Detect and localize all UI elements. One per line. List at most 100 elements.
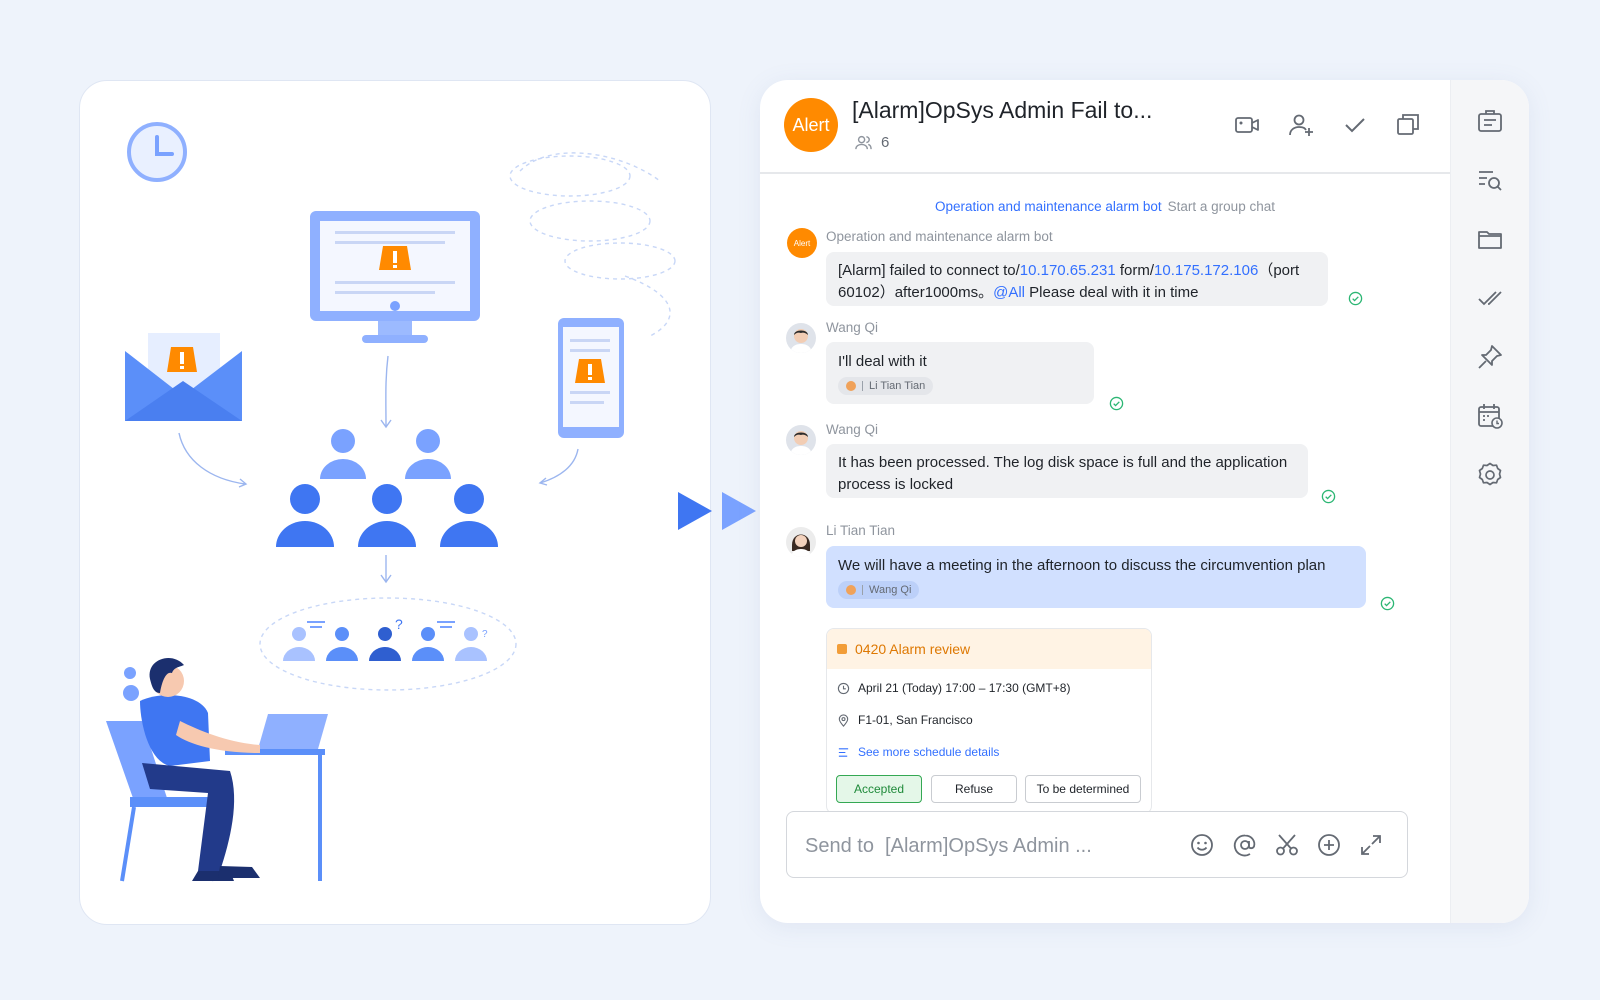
message-bubble[interactable]: I'll deal with it Li Tian Tian [826,342,1094,404]
add-member-button[interactable] [1287,111,1315,139]
li-tian-tian-avatar-icon [786,527,816,557]
done-list-button[interactable] [1475,283,1505,313]
member-count[interactable]: 6 [854,133,889,152]
user-avatar[interactable] [786,323,816,353]
chat-title[interactable]: [Alarm]OpSys Admin Fail to... [852,97,1152,124]
expand-icon [1361,835,1381,855]
multi-window-button[interactable] [1394,111,1422,139]
bot-avatar[interactable]: Alert [787,228,817,258]
member-count-value: 6 [881,134,890,151]
reply-avatar [846,585,856,595]
chat-header: Alert [Alarm]OpSys Admin Fail to... 6 [760,80,1450,174]
message-bubble[interactable]: It has been processed. The log disk spac… [826,444,1308,498]
group-avatar[interactable]: Alert [784,98,838,152]
message-input[interactable] [803,830,1167,862]
reply-divider [862,381,863,391]
question-glyph-small: ? [482,629,488,640]
check-icon [1345,118,1365,133]
schedule-location-row: F1-01, San Francisco [837,713,973,727]
read-receipt-icon[interactable] [1348,291,1363,306]
message-sender: Operation and maintenance alarm bot [826,229,1053,244]
expand-composer-button[interactable] [1358,832,1384,858]
chat-main: Alert [Alarm]OpSys Admin Fail to... 6 Op… [760,80,1450,923]
schedule-more-text: See more schedule details [858,745,1000,759]
mention-all-link[interactable]: @All [993,284,1025,301]
reply-reference[interactable]: Wang Qi [838,581,920,599]
pin-button[interactable] [1475,342,1505,372]
reply-reference[interactable]: Li Tian Tian [838,377,934,395]
mention-button[interactable] [1232,832,1258,858]
message-text: It has been processed. The log disk spac… [838,454,1288,493]
search-history-icon [1479,171,1502,191]
message-composer [786,811,1408,878]
add-member-icon [1289,114,1313,136]
announcement-button[interactable] [1475,106,1505,136]
screenshot-button[interactable] [1274,832,1300,858]
email-alert-icon [125,333,242,421]
settings-icon [1478,462,1502,486]
schedule-more-link[interactable]: See more schedule details [837,745,999,759]
plus-icon [1318,834,1340,856]
user-avatar[interactable] [786,527,816,557]
illustration-panel: ? ? [79,80,711,925]
user-avatar[interactable] [786,425,816,455]
schedule-time-row: April 21 (Today) 17:00 – 17:30 (GMT+8) [837,681,1070,695]
details-list-icon [838,747,849,757]
schedule-card-header: 0420 Alarm review [827,629,1151,669]
read-receipt-icon[interactable] [1321,489,1336,504]
system-message: Operation and maintenance alarm bot Start… [760,199,1450,214]
more-actions-button[interactable] [1316,832,1342,858]
files-button[interactable] [1475,224,1505,254]
mark-done-button[interactable] [1341,111,1369,139]
arrow-icon [678,492,712,530]
message-sender: Wang Qi [826,422,879,437]
person-at-laptop-illustration [106,657,328,882]
reply-avatar [846,381,856,391]
message-bubble[interactable]: We will have a meeting in the afternoon … [826,546,1366,608]
location-pin-icon [838,713,849,727]
arrow-icon [722,492,756,530]
search-history-button[interactable] [1475,165,1505,195]
calendar-button[interactable] [1475,401,1505,431]
message-text: I'll deal with it [838,353,927,370]
ip-link[interactable]: 10.170.65.231 [1020,262,1116,279]
schedule-time: April 21 (Today) 17:00 – 17:30 (GMT+8) [858,681,1071,695]
message-text: We will have a meeting in the afternoon … [838,557,1326,574]
settings-button[interactable] [1475,460,1505,490]
reply-name: Li Tian Tian [869,380,926,392]
chat-window: Alert [Alarm]OpSys Admin Fail to... 6 Op… [760,80,1529,923]
schedule-title[interactable]: 0420 Alarm review [855,641,970,657]
read-receipt-icon[interactable] [1380,596,1395,611]
side-toolbar [1450,80,1529,923]
done-icon [1478,291,1502,306]
multi-window-icon [1397,114,1419,135]
message-text: Please deal with it in time [1025,284,1199,301]
read-receipt-icon[interactable] [1109,396,1124,411]
mention-icon [1233,834,1256,857]
message-bubble[interactable]: [Alarm] failed to connect to/10.170.65.2… [826,252,1328,306]
message-sender: Li Tian Tian [826,523,896,538]
refuse-button[interactable]: Refuse [931,775,1017,803]
message-text: form/ [1115,262,1155,279]
wang-qi-avatar-icon [786,425,816,455]
emoji-icon [1191,834,1213,856]
message-text: [Alarm] failed to connect to/ [838,262,1020,279]
ip-link[interactable]: 10.175.172.106 [1154,262,1258,279]
discussion-group: ? ? [259,597,517,691]
video-call-icon [1235,117,1259,133]
clock-icon [127,122,187,182]
tbd-button[interactable]: To be determined [1025,775,1141,803]
alarm-workflow-illustration: ? ? [106,122,676,882]
schedule-location: F1-01, San Francisco [858,713,973,727]
video-call-button[interactable] [1233,111,1261,139]
accept-button[interactable]: Accepted [836,775,922,803]
emoji-button[interactable] [1189,832,1215,858]
team-group-icon [276,429,498,547]
members-icon [855,135,872,150]
system-bot-link[interactable]: Operation and maintenance alarm bot [935,199,1162,214]
calendar-icon [1478,404,1503,429]
schedule-card[interactable]: 0420 Alarm review April 21 (Today) 17:00… [826,628,1152,814]
message-sender: Wang Qi [826,320,879,335]
announcement-icon [1478,110,1502,132]
reply-divider [862,585,863,595]
